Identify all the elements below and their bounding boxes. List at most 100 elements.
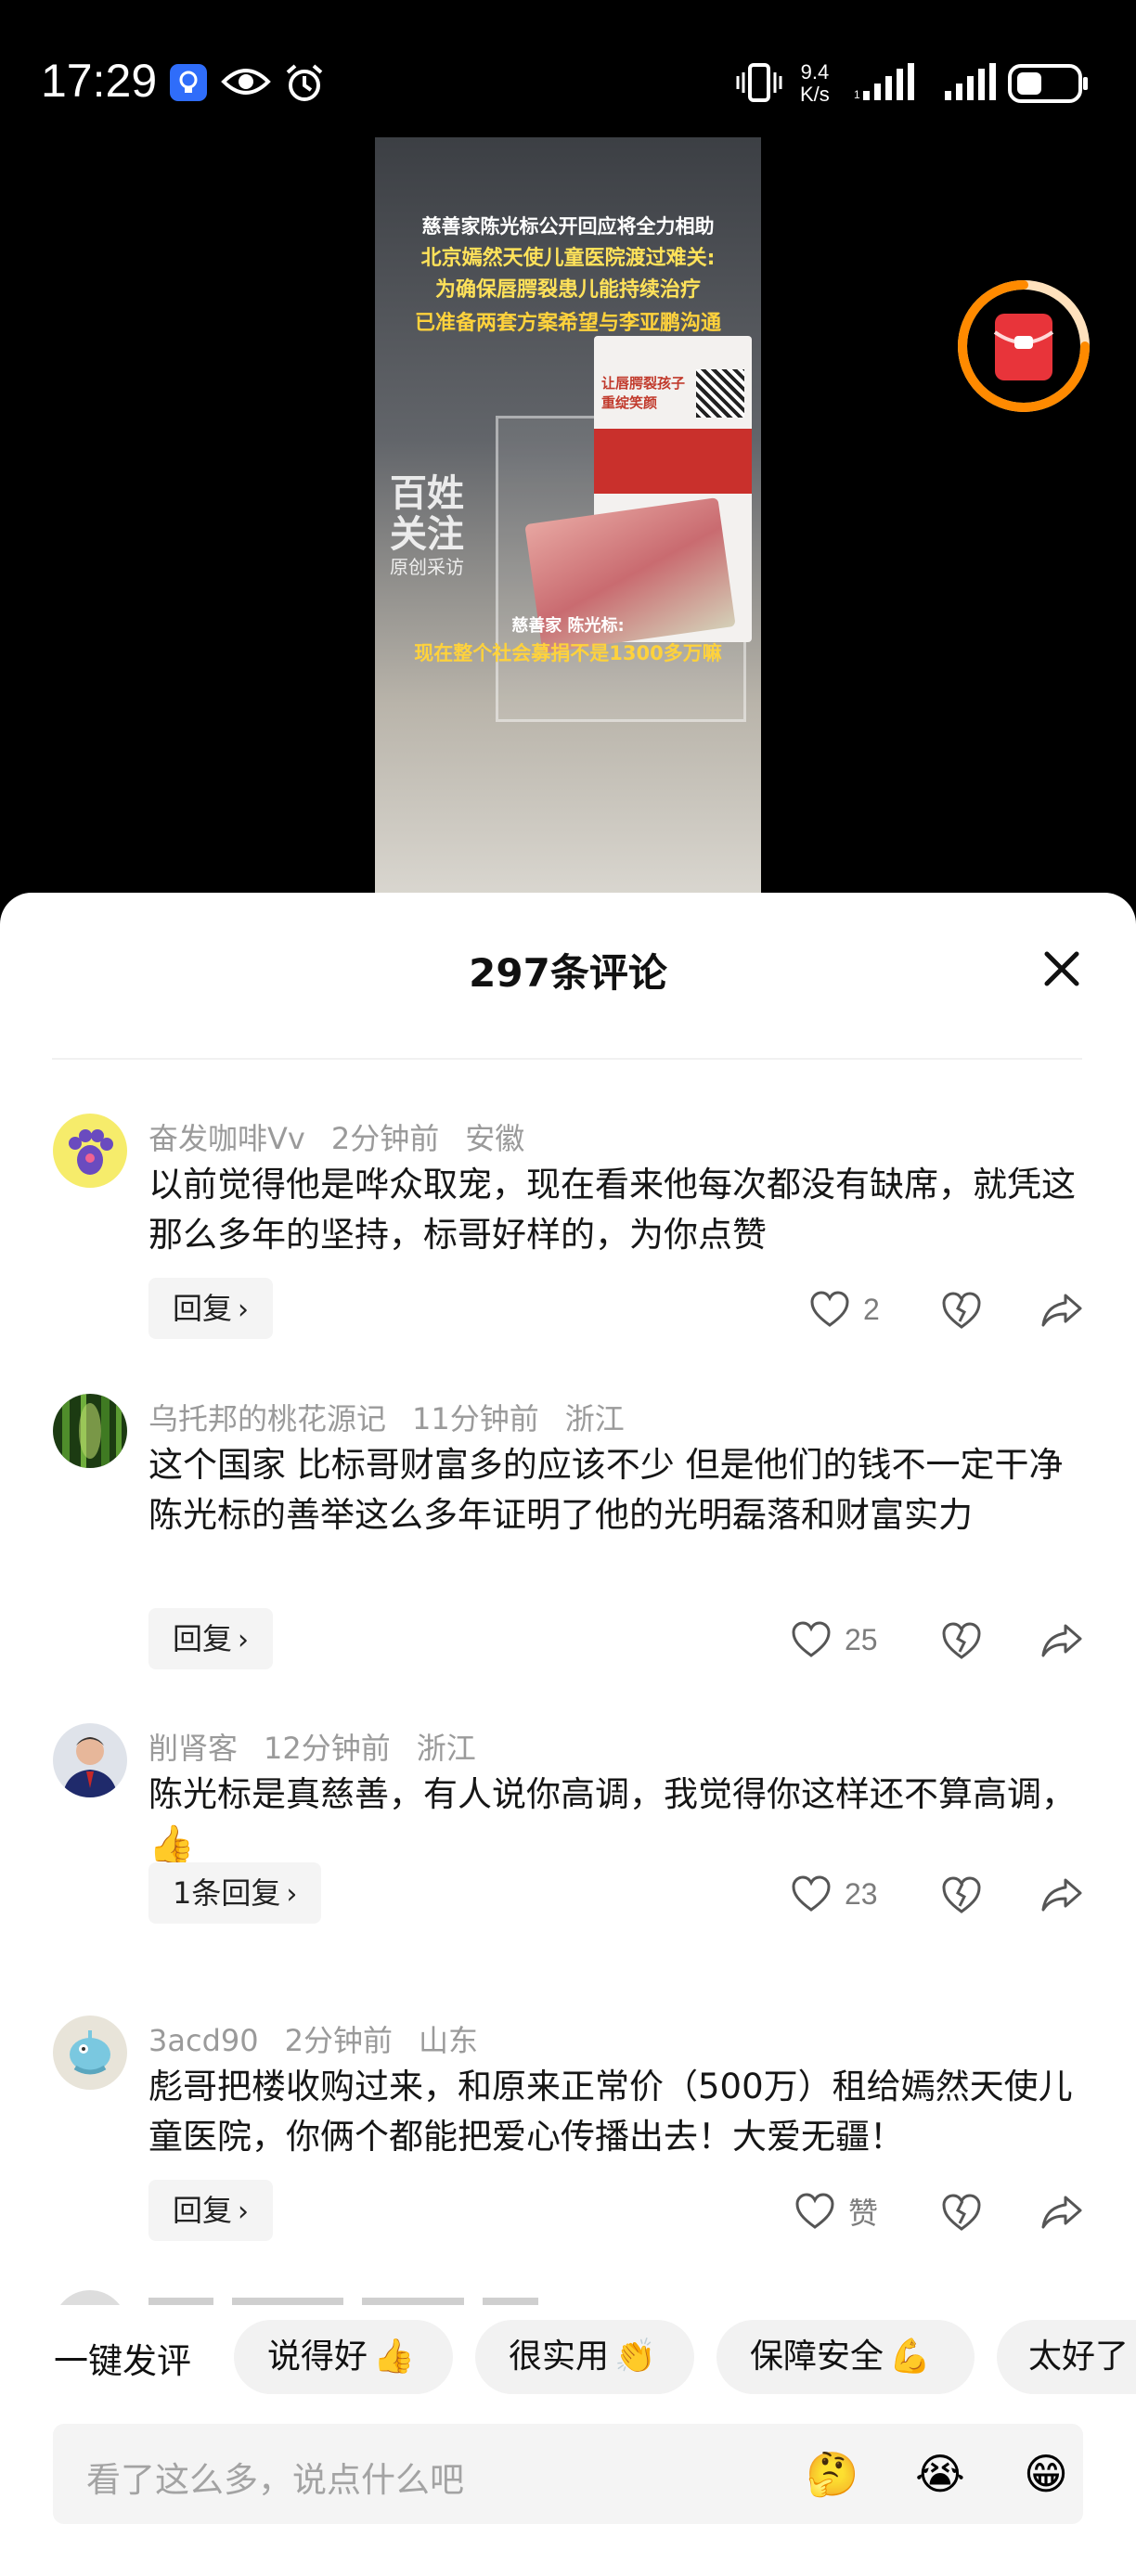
reply-label: 1条回复 [173, 1875, 281, 1911]
dislike-icon[interactable] [939, 1288, 984, 1333]
avatar[interactable] [53, 2016, 127, 2090]
video-speaker-label: 慈善家 陈光标: [511, 616, 625, 636]
red-packet-icon[interactable] [956, 278, 1091, 414]
reply-button[interactable]: 1条回复 › [148, 1862, 322, 1924]
muscle-emoji-icon: 💪 [889, 2338, 931, 2376]
chip-label: 保障安全 [750, 2338, 884, 2376]
video-player[interactable]: 让唇腭裂孩子重绽笑颜 慈善家陈光标公开回应将全力相助 北京嫣然天使儿童医院渡过难… [375, 137, 761, 894]
like-count: 赞 [848, 2196, 879, 2230]
avatar[interactable] [53, 1723, 127, 1797]
quick-chip[interactable]: 太好了 [997, 2320, 1136, 2394]
share-icon[interactable] [1039, 1288, 1084, 1333]
like-button[interactable]: 25 [791, 1616, 878, 1663]
comment-author[interactable]: 乌托邦的桃花源记 [148, 1401, 386, 1436]
thinking-emoji-icon[interactable]: 🤔 [805, 2446, 860, 2502]
reply-label: 回复 [173, 1291, 233, 1326]
heart-icon [792, 1875, 831, 1912]
poster-text: 让唇腭裂孩子重绽笑颜 [601, 375, 686, 411]
dislike-icon[interactable] [939, 1873, 984, 1917]
comment-author[interactable]: 奋发咖啡Vv [148, 1121, 305, 1156]
video-headline-1: 慈善家陈光标公开回应将全力相助 [421, 215, 715, 238]
comment-author[interactable]: 削肾客 [148, 1731, 238, 1766]
comments-title: 297条评论 [469, 950, 667, 996]
like-button[interactable]: 赞 [794, 2188, 878, 2235]
quick-chip[interactable]: 保障安全 💪 [716, 2320, 975, 2394]
comment-location: 浙江 [416, 1731, 476, 1766]
like-count: 2 [863, 1292, 880, 1326]
alarm-icon [284, 63, 325, 108]
reply-button[interactable]: 回复 › [148, 1278, 274, 1339]
video-headline-4: 已准备两套方案希望与李亚鹏沟通 [414, 312, 721, 335]
chevron-right-icon: › [238, 1294, 250, 1326]
heart-icon [792, 1621, 831, 1657]
quick-chip[interactable]: 很实用 👏 [475, 2320, 694, 2394]
next-comment-peek [56, 2290, 705, 2305]
share-icon[interactable] [1039, 1618, 1084, 1663]
video-headline-2: 北京嫣然天使儿童医院渡过难关: [420, 247, 716, 270]
comment-meta: 奋发咖啡Vv 2分钟前 安徽 [148, 1115, 550, 1158]
comment-author[interactable]: 3acd90 [148, 2023, 259, 2058]
comment-location: 安徽 [465, 1121, 525, 1156]
like-button[interactable]: 2 [809, 1286, 880, 1333]
shield-app-icon [169, 63, 208, 106]
watermark-sub: 原创采访 [390, 556, 464, 578]
comment-time: 2分钟前 [284, 2023, 393, 2058]
heart-icon [810, 1291, 849, 1327]
reply-button[interactable]: 回复 › [148, 2180, 274, 2241]
video-headline-3: 为确保唇腭裂患儿能持续治疗 [434, 278, 701, 302]
quick-comment-label: 一键发评 [54, 2341, 191, 2381]
chip-label: 说得好 [267, 2338, 368, 2376]
avatar[interactable] [53, 1394, 127, 1468]
comment-text[interactable]: 这个国家 比标哥财富多的应该不少 但是他们的钱不一定干净 陈光标的善举这么多年证… [148, 1440, 1086, 1540]
comment-meta: 3acd90 2分钟前 山东 [148, 2017, 504, 2060]
comment-text-content: 陈光标是真慈善，有人说你高调，我觉得你这样还不算高调， [148, 1774, 1076, 1814]
watermark: 百姓关注 原创采访 [390, 473, 492, 579]
comment-time: 2分钟前 [330, 1121, 440, 1156]
reply-label: 回复 [173, 1621, 233, 1656]
vibrate-icon [735, 63, 783, 106]
poster-photo-strip [594, 429, 752, 494]
dislike-icon[interactable] [939, 2190, 984, 2235]
comment-text[interactable]: 彪哥把楼收购过来，和原来正常价（500万）租给嫣然天使儿童医院，你俩个都能把爱心… [148, 2062, 1086, 2162]
comment-location: 山东 [418, 2023, 478, 2058]
chip-label: 很实用 [509, 2338, 610, 2376]
signal-icon-2 [945, 63, 997, 106]
chevron-right-icon: › [286, 1878, 298, 1911]
comment-text[interactable]: 陈光标是真慈善，有人说你高调，我觉得你这样还不算高调， 👍 [148, 1770, 1086, 1871]
like-count: 25 [845, 1622, 878, 1656]
avatar[interactable] [53, 1114, 127, 1188]
comment-meta: 削肾客 12分钟前 浙江 [148, 1725, 502, 1768]
like-button[interactable]: 23 [791, 1871, 878, 1917]
dislike-icon[interactable] [939, 1618, 984, 1663]
status-time: 17:29 [41, 55, 158, 107]
reply-button[interactable]: 回复 › [148, 1608, 274, 1669]
quick-chip[interactable]: 说得好 👍 [234, 2320, 453, 2394]
heart-icon [795, 2193, 834, 2229]
share-icon[interactable] [1039, 2190, 1084, 2235]
comment-location: 浙江 [564, 1401, 625, 1436]
chip-label: 太好了 [1028, 2338, 1130, 2376]
reply-label: 回复 [173, 2193, 233, 2228]
signal-icon: 1 [854, 63, 924, 106]
comment-meta: 乌托邦的桃花源记 11分钟前 浙江 [148, 1396, 651, 1438]
share-icon[interactable] [1039, 1873, 1084, 1917]
watermark-main: 百姓关注 [390, 472, 464, 556]
chevron-right-icon: › [238, 1624, 250, 1656]
chevron-right-icon: › [238, 2196, 250, 2228]
crying-emoji-icon[interactable]: 😭 [912, 2446, 968, 2502]
comment-time: 12分钟前 [264, 1731, 391, 1766]
svg-text:1: 1 [854, 88, 860, 101]
divider [52, 1058, 1082, 1060]
close-icon[interactable] [1038, 945, 1086, 993]
net-speed-unit: K/s [800, 83, 830, 106]
qr-code [696, 369, 744, 418]
thumbs-up-emoji-icon: 👍 [148, 1823, 195, 1866]
grin-emoji-icon[interactable]: 😁 [1018, 2446, 1074, 2502]
battery-icon [1008, 63, 1090, 108]
comment-input[interactable]: 看了这么多，说点什么吧 🤔 😭 😁 [53, 2424, 1083, 2524]
comment-time: 11分钟前 [412, 1401, 539, 1436]
comment-text[interactable]: 以前觉得他是哗众取宠，现在看来他每次都没有缺席，就凭这那么多年的坚持，标哥好样的… [148, 1160, 1086, 1260]
eye-icon [221, 63, 271, 104]
comment-input-placeholder: 看了这么多，说点什么吧 [86, 2460, 464, 2500]
video-caption: 现在整个社会募捐不是1300多万嘛 [414, 642, 722, 664]
